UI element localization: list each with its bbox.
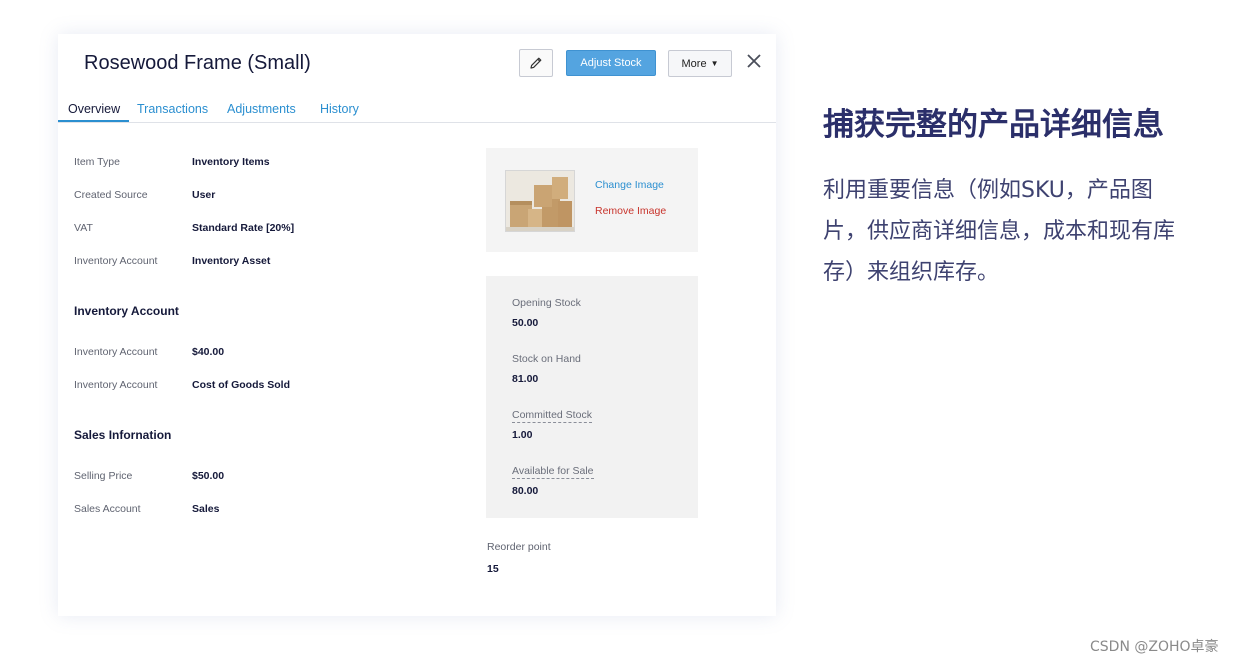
detail-label: Selling Price (74, 470, 133, 482)
close-icon[interactable] (744, 52, 764, 72)
stock-label: Stock on Hand (512, 353, 581, 365)
detail-value: $40.00 (192, 346, 225, 358)
detail-label: Sales Account (74, 503, 141, 515)
reorder-label: Reorder point (487, 541, 551, 553)
reorder-value: 15 (487, 563, 499, 575)
promo-body-line: 片，供应商详细信息，成本和现有库 (823, 219, 1176, 244)
watermark: CSDN @ZOHO卓豪 (1090, 639, 1219, 655)
stock-value: 50.00 (512, 317, 539, 329)
remove-image-link[interactable]: Remove Image (595, 205, 666, 217)
detail-value: $50.00 (192, 470, 225, 482)
edit-button[interactable] (519, 49, 553, 77)
tab-transactions[interactable]: Transactions (137, 102, 208, 116)
promo-body-line: 存）来组织库存。 (823, 260, 1000, 285)
more-label: More (681, 57, 707, 70)
stock-value: 80.00 (512, 485, 539, 497)
tab-adjustments[interactable]: Adjustments (227, 102, 296, 116)
detail-label: Inventory Account (74, 346, 158, 358)
section-title-inventory: Inventory Account (74, 304, 179, 318)
detail-label: Inventory Account (74, 379, 158, 391)
caret-down-icon: ▼ (710, 59, 719, 68)
active-tab-indicator (58, 120, 129, 122)
stock-panel: Opening Stock 50.00 Stock on Hand 81.00 … (486, 276, 698, 518)
product-image[interactable] (505, 170, 575, 232)
stock-label-committed[interactable]: Committed Stock (512, 409, 592, 423)
detail-value: Inventory Items (192, 156, 270, 168)
adjust-stock-button[interactable]: Adjust Stock (566, 50, 656, 76)
tab-overview[interactable]: Overview (68, 102, 120, 116)
stock-label-available[interactable]: Available for Sale (512, 465, 594, 479)
stock-value: 81.00 (512, 373, 539, 385)
detail-value: Standard Rate [20%] (192, 222, 295, 234)
detail-value: User (192, 189, 216, 201)
detail-value: Cost of Goods Sold (192, 379, 290, 391)
image-panel: Change Image Remove Image (486, 148, 698, 252)
section-title-sales: Sales Infornation (74, 428, 172, 442)
change-image-link[interactable]: Change Image (595, 179, 664, 191)
detail-value: Sales (192, 503, 220, 515)
boxes-illustration (506, 171, 574, 231)
detail-value: Inventory Asset (192, 255, 271, 267)
promo-body-line: 利用重要信息（例如SKU，产品图 (823, 178, 1153, 203)
detail-label: Item Type (74, 156, 120, 168)
promo-body: 利用重要信息（例如SKU，产品图 片，供应商详细信息，成本和现有库 存）来组织库… (823, 170, 1203, 293)
promo-heading: 捕获完整的产品详细信息 (823, 107, 1164, 143)
close-glyph (747, 54, 761, 68)
item-detail-panel: Rosewood Frame (Small) Adjust Stock More… (58, 34, 776, 616)
pencil-icon (530, 57, 542, 69)
stock-value: 1.00 (512, 429, 533, 441)
detail-label: Created Source (74, 189, 148, 201)
more-dropdown-button[interactable]: More ▼ (668, 50, 732, 77)
stock-label: Opening Stock (512, 297, 581, 309)
item-title: Rosewood Frame (Small) (84, 52, 311, 74)
tab-bar: Overview Transactions Adjustments Histor… (58, 100, 776, 123)
detail-label: VAT (74, 222, 93, 234)
detail-label: Inventory Account (74, 255, 158, 267)
tab-history[interactable]: History (320, 102, 359, 116)
